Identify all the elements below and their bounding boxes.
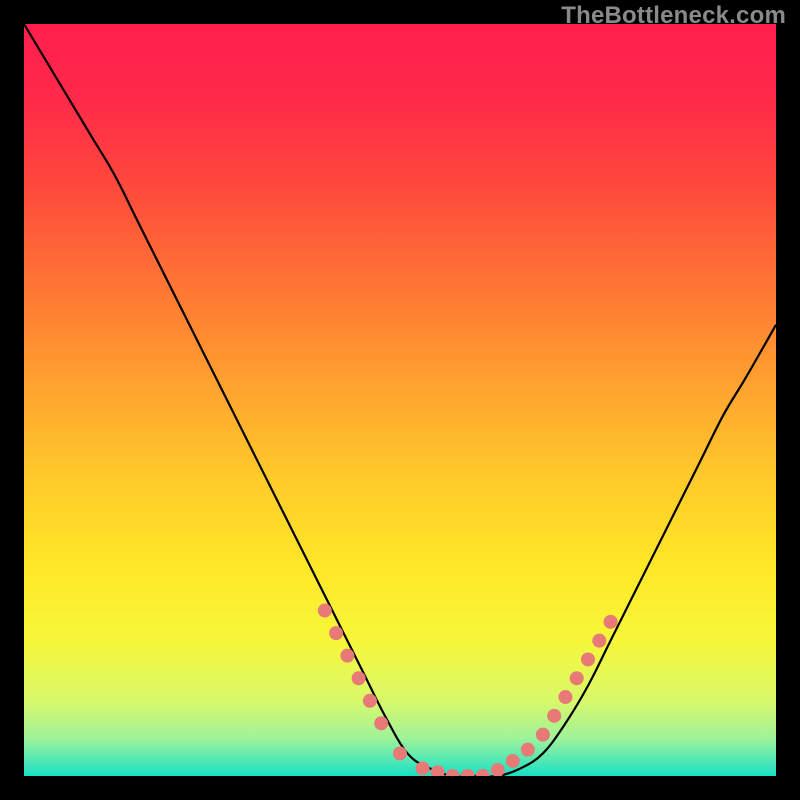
highlight-dot xyxy=(329,626,343,640)
highlight-dot xyxy=(393,746,407,760)
highlight-dot xyxy=(446,769,460,783)
highlight-dot xyxy=(536,728,550,742)
watermark-text: TheBottleneck.com xyxy=(561,2,786,30)
highlight-dot xyxy=(476,769,490,783)
highlight-dot xyxy=(604,615,618,629)
chart-frame: TheBottleneck.com xyxy=(0,0,800,800)
highlight-dot xyxy=(558,690,572,704)
highlight-dot xyxy=(416,761,430,775)
highlight-dot xyxy=(363,694,377,708)
highlight-dot xyxy=(506,754,520,768)
highlight-dot xyxy=(491,763,505,777)
highlight-dot xyxy=(461,769,475,783)
highlight-dot xyxy=(547,709,561,723)
highlight-dot xyxy=(352,671,366,685)
highlight-dot xyxy=(374,716,388,730)
bottleneck-chart xyxy=(0,0,800,800)
highlight-dot xyxy=(592,634,606,648)
gradient-background xyxy=(24,24,776,776)
highlight-dot xyxy=(318,604,332,618)
highlight-dot xyxy=(570,671,584,685)
highlight-dot xyxy=(521,743,535,757)
highlight-dot xyxy=(431,765,445,779)
highlight-dot xyxy=(340,649,354,663)
highlight-dot xyxy=(581,652,595,666)
